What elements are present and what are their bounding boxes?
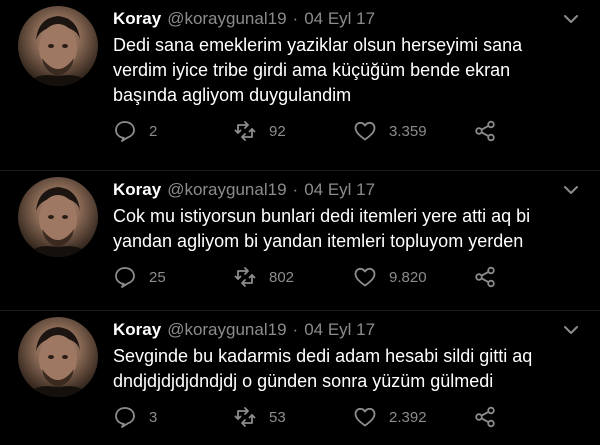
share-button[interactable] — [473, 405, 497, 429]
like-count: 9.820 — [389, 268, 427, 286]
retweet-button[interactable]: 92 — [233, 119, 286, 143]
separator: · — [292, 180, 299, 199]
tweet-text-line: Dedi sana emeklerim yaziklar olsun herse… — [113, 35, 523, 55]
tweet-date[interactable]: 04 Eyl 17 — [304, 319, 375, 341]
retweet-count: 53 — [269, 408, 286, 426]
tweet-body: Koray @koraygunal19 · 04 Eyl 17 Dedi san… — [113, 8, 586, 108]
tweet-actions: 3 53 2.392 — [113, 405, 533, 429]
separator: · — [292, 9, 299, 28]
retweet-count: 802 — [269, 268, 295, 286]
tweet-body: Koray @koraygunal19 · 04 Eyl 17 Sevginde… — [113, 319, 586, 394]
tweet-text-line: Cok mu istiyorsun bunlari dedi itemleri … — [113, 206, 531, 226]
tweet-text-line: dndjdjdjdjdndjdj o günden sonra yüzüm gü… — [113, 371, 494, 391]
share-icon — [475, 406, 495, 428]
reply-icon — [115, 121, 135, 142]
retweet-button[interactable]: 53 — [233, 405, 286, 429]
tweet-text-line: başında agliyom duygulandim — [113, 85, 352, 105]
reply-icon — [115, 267, 135, 288]
tweet-feed: Koray @koraygunal19 · 04 Eyl 17 Dedi san… — [0, 0, 600, 445]
heart-icon — [354, 407, 376, 427]
tweet-text: Cok mu istiyorsun bunlari dedi itemleri … — [113, 204, 568, 254]
like-count: 3.359 — [389, 122, 427, 140]
chevron-down-icon[interactable] — [562, 323, 580, 337]
tweet-header: Koray @koraygunal19 · 04 Eyl 17 — [113, 8, 586, 30]
retweet-icon — [234, 407, 256, 427]
retweet-count: 92 — [269, 122, 286, 140]
reply-count: 2 — [149, 122, 158, 140]
like-count: 2.392 — [389, 408, 427, 426]
retweet-icon — [234, 267, 256, 287]
tweet-text: Sevginde bu kadarmis dedi adam hesabi si… — [113, 344, 568, 394]
reply-count: 25 — [149, 268, 166, 286]
username[interactable]: @koraygunal19 — [167, 179, 286, 201]
separator: · — [292, 320, 299, 339]
username[interactable]: @koraygunal19 — [167, 8, 286, 30]
like-button[interactable]: 3.359 — [353, 119, 427, 143]
display-name[interactable]: Koray — [113, 319, 161, 341]
heart-icon — [354, 267, 376, 287]
display-name[interactable]: Koray — [113, 8, 161, 30]
retweet-button[interactable]: 802 — [233, 265, 294, 289]
tweet[interactable]: Koray @koraygunal19 · 04 Eyl 17 Sevginde… — [0, 310, 600, 445]
reply-count: 3 — [149, 408, 158, 426]
tweet-date[interactable]: 04 Eyl 17 — [304, 8, 375, 30]
like-button[interactable]: 9.820 — [353, 265, 427, 289]
share-button[interactable] — [473, 265, 497, 289]
avatar-photo — [28, 187, 88, 257]
reply-button[interactable]: 25 — [113, 265, 166, 289]
tweet[interactable]: Koray @koraygunal19 · 04 Eyl 17 Cok mu i… — [0, 170, 600, 318]
share-button[interactable] — [473, 119, 497, 143]
avatar-photo — [28, 16, 88, 86]
username[interactable]: @koraygunal19 — [167, 319, 286, 341]
tweet-text-line: Sevginde bu kadarmis dedi adam hesabi si… — [113, 346, 533, 366]
share-icon — [475, 266, 495, 288]
reply-icon — [115, 407, 135, 428]
avatar[interactable] — [18, 317, 98, 397]
tweet-actions: 25 802 9.820 — [113, 265, 533, 289]
reply-button[interactable]: 3 — [113, 405, 157, 429]
tweet-header: Koray @koraygunal19 · 04 Eyl 17 — [113, 319, 586, 341]
display-name[interactable]: Koray — [113, 179, 161, 201]
tweet-date[interactable]: 04 Eyl 17 — [304, 179, 375, 201]
tweet[interactable]: Koray @koraygunal19 · 04 Eyl 17 Dedi san… — [0, 0, 600, 148]
avatar[interactable] — [18, 177, 98, 257]
tweet-text-line: yandan agliyom bi yandan itemleri topluy… — [113, 231, 524, 251]
tweet-header: Koray @koraygunal19 · 04 Eyl 17 — [113, 179, 586, 201]
like-button[interactable]: 2.392 — [353, 405, 427, 429]
tweet-text-line: verdim iyice tribe girdi ama küçüğüm ben… — [113, 60, 511, 80]
tweet-text: Dedi sana emeklerim yaziklar olsun herse… — [113, 33, 568, 108]
heart-icon — [354, 121, 376, 141]
avatar-photo — [28, 327, 88, 397]
share-icon — [475, 120, 495, 142]
chevron-down-icon[interactable] — [562, 183, 580, 197]
avatar[interactable] — [18, 6, 98, 86]
reply-button[interactable]: 2 — [113, 119, 157, 143]
chevron-down-icon[interactable] — [562, 12, 580, 26]
tweet-body: Koray @koraygunal19 · 04 Eyl 17 Cok mu i… — [113, 179, 586, 254]
retweet-icon — [234, 121, 256, 141]
tweet-actions: 2 92 3.359 — [113, 119, 533, 143]
